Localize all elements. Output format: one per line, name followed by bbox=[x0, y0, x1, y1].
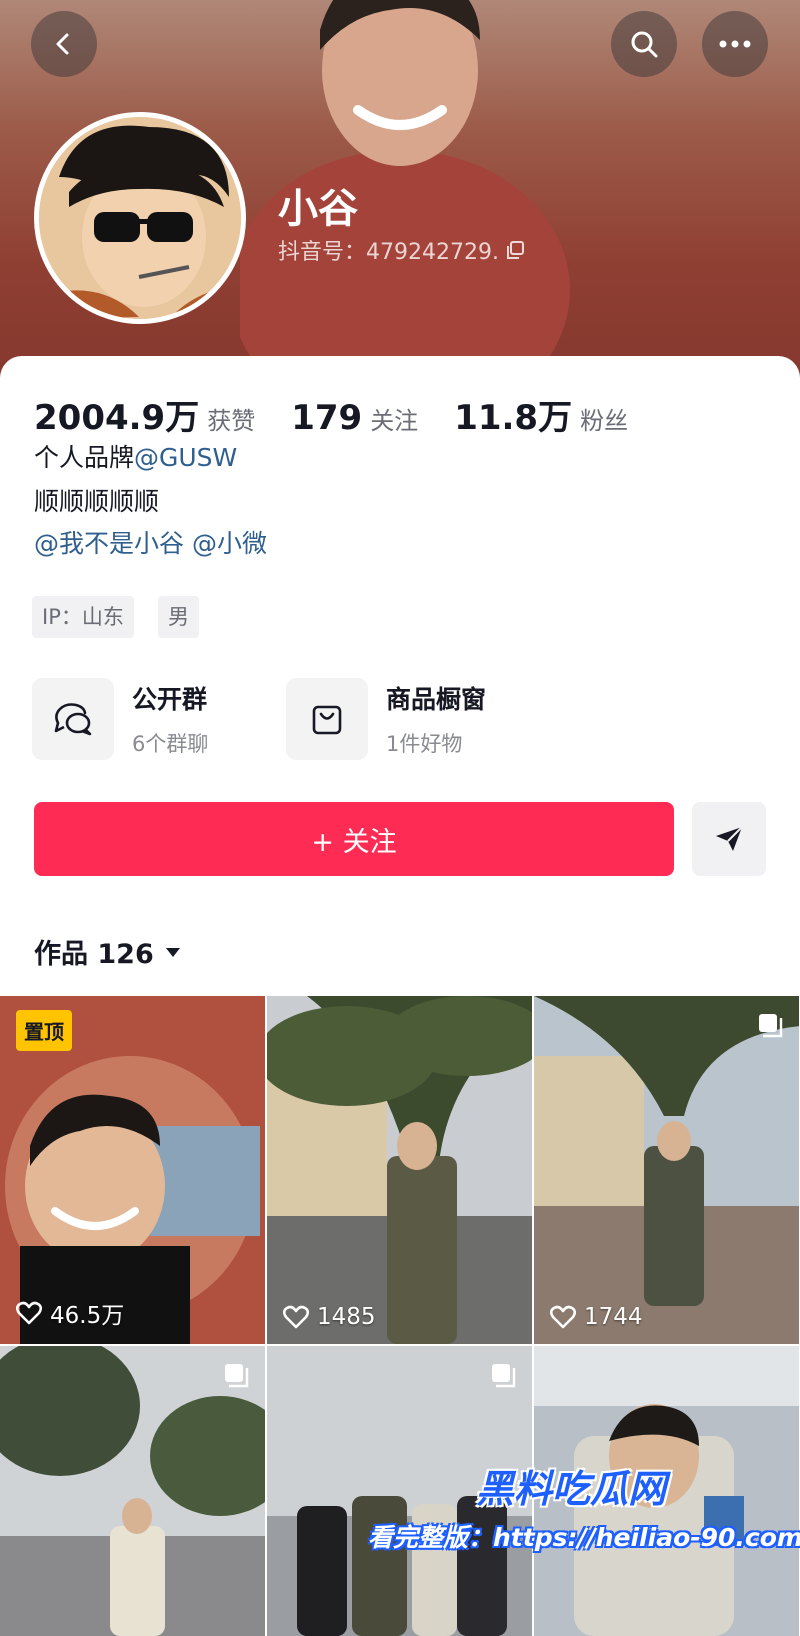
public-group-entry[interactable]: 公开群 6个群聊 bbox=[32, 678, 208, 760]
pinned-badge: 置顶 bbox=[16, 1010, 72, 1051]
shop-window-entry[interactable]: 商品橱窗 1件好物 bbox=[286, 678, 486, 760]
video-thumbnail[interactable] bbox=[0, 1346, 265, 1636]
likes-label: 获赞 bbox=[207, 407, 256, 435]
heart-icon bbox=[550, 1305, 576, 1329]
works-tab[interactable]: 作品 126 bbox=[34, 932, 182, 971]
public-group-subtitle: 6个群聊 bbox=[132, 732, 209, 756]
video-thumbnail[interactable]: 1485 bbox=[267, 996, 532, 1344]
watermark-url: 看完整版：https://heiliao-90.com bbox=[368, 1523, 800, 1552]
mention-link-1[interactable]: @我不是小谷 bbox=[34, 529, 184, 558]
video-likes-count: 46.5万 bbox=[50, 1303, 125, 1329]
bio-line-2: 顺顺顺顺顺 bbox=[34, 487, 160, 516]
mention-link-2[interactable]: @小微 bbox=[192, 529, 267, 558]
video-thumbnail[interactable]: 置顶 46.5万 bbox=[0, 996, 265, 1344]
profile-name: 小谷 bbox=[278, 186, 358, 232]
share-button[interactable] bbox=[692, 802, 766, 876]
follow-button[interactable]: + 关注 bbox=[34, 802, 674, 876]
likes-count: 2004.9万 bbox=[34, 398, 200, 438]
chat-bubbles-icon bbox=[54, 703, 92, 736]
works-tab-label: 作品 126 bbox=[34, 939, 154, 970]
following-label[interactable]: 关注 bbox=[370, 401, 418, 436]
avatar[interactable] bbox=[34, 112, 246, 324]
shop-window-icon-box bbox=[286, 678, 368, 760]
public-group-icon-box bbox=[32, 678, 114, 760]
back-button[interactable] bbox=[31, 11, 97, 77]
profile-header: 小谷 抖音号：479242729. bbox=[0, 0, 800, 380]
video-thumbnail[interactable]: 1744 bbox=[534, 996, 799, 1344]
caret-down-icon bbox=[165, 947, 180, 957]
video-likes: 46.5万 bbox=[16, 1296, 124, 1330]
bio-text: 个人品牌 bbox=[34, 443, 135, 472]
bio-line-1: 个人品牌@GUSW bbox=[34, 438, 237, 474]
video-likes: 1485 bbox=[283, 1304, 376, 1330]
video-likes: 1744 bbox=[550, 1304, 643, 1330]
more-horizontal-icon bbox=[719, 40, 751, 48]
bio-line-3: @我不是小谷 @小微 bbox=[34, 524, 267, 560]
video-cover-image bbox=[267, 996, 532, 1344]
search-icon bbox=[631, 31, 658, 58]
image-set-icon bbox=[759, 1014, 783, 1038]
image-set-icon bbox=[492, 1364, 516, 1388]
shop-window-title: 商品橱窗 bbox=[386, 685, 487, 714]
copy-icon[interactable] bbox=[505, 240, 525, 260]
stats-row: 2004.9万 获赞 179 关注 11.8万 粉丝 bbox=[34, 390, 664, 439]
shopping-bag-icon bbox=[312, 705, 342, 735]
followers-count[interactable]: 11.8万 bbox=[454, 390, 572, 439]
ip-location-tag: IP：山东 bbox=[32, 596, 134, 638]
douyin-id[interactable]: 抖音号：479242729. bbox=[278, 234, 525, 266]
mention-link-brand[interactable]: @GUSW bbox=[134, 443, 237, 472]
search-button[interactable] bbox=[611, 11, 677, 77]
video-cover-image bbox=[534, 996, 799, 1344]
more-button[interactable] bbox=[702, 11, 768, 77]
followers-label[interactable]: 粉丝 bbox=[580, 401, 628, 436]
video-grid: 置顶 46.5万 1485 1744 黑料吃瓜网 看完整版：https://he… bbox=[0, 996, 800, 1636]
shop-window-subtitle: 1件好物 bbox=[386, 732, 463, 756]
image-set-icon bbox=[225, 1364, 249, 1388]
heart-icon bbox=[283, 1305, 309, 1329]
video-likes-count: 1744 bbox=[584, 1304, 643, 1330]
watermark-title: 黑料吃瓜网 bbox=[476, 1467, 667, 1511]
avatar-image bbox=[39, 117, 241, 319]
video-likes-count: 1485 bbox=[317, 1304, 376, 1330]
profile-card: 2004.9万 获赞 179 关注 11.8万 粉丝 个人品牌@GUSW 顺顺顺… bbox=[0, 356, 800, 996]
heart-icon bbox=[16, 1301, 42, 1325]
following-count[interactable]: 179 bbox=[291, 398, 362, 438]
chevron-left-icon bbox=[56, 33, 69, 55]
public-group-title: 公开群 bbox=[132, 685, 208, 714]
gender-tag: 男 bbox=[158, 596, 199, 638]
video-cover-image bbox=[0, 1346, 265, 1636]
send-icon bbox=[716, 826, 743, 851]
watermark-overlay: 黑料吃瓜网 看完整版：https://heiliao-90.com bbox=[368, 1458, 800, 1588]
douyin-id-text: 抖音号：479242729. bbox=[278, 240, 499, 265]
